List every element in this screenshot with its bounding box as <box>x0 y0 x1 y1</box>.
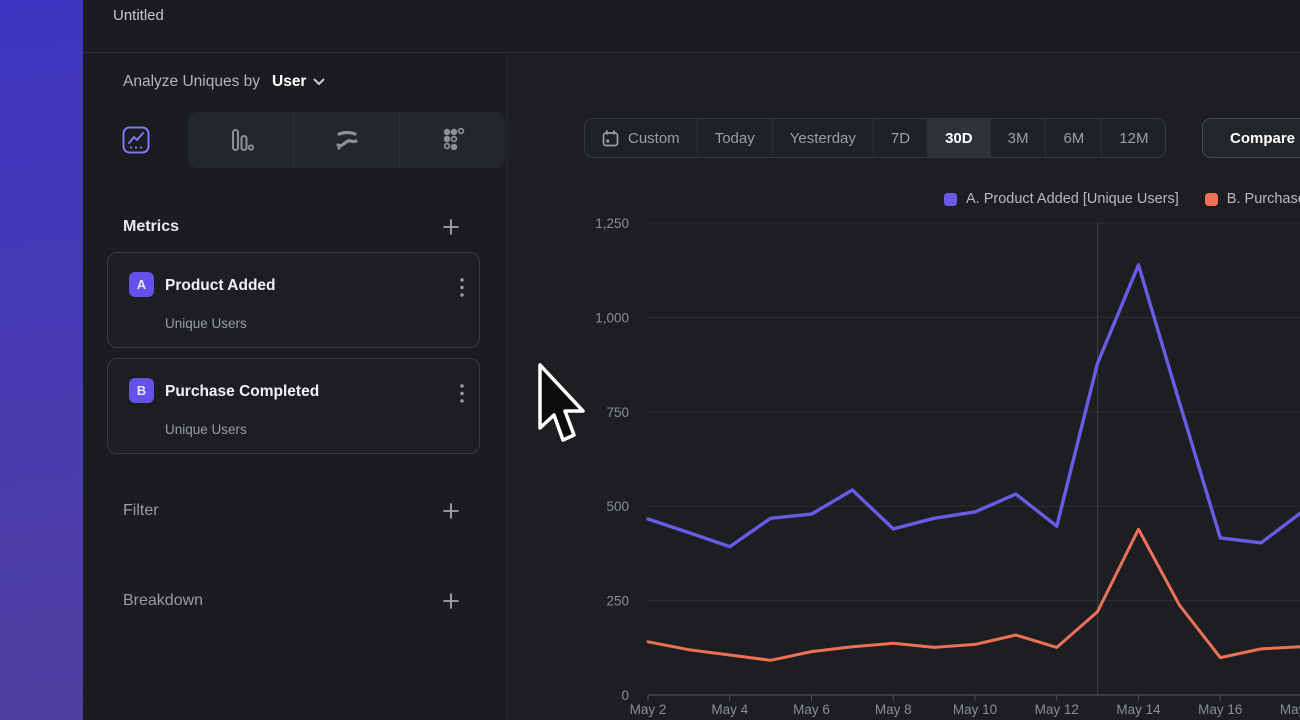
svg-text:May 16: May 16 <box>1198 702 1242 717</box>
metric-card[interactable]: B Purchase Completed Unique Users <box>107 358 480 454</box>
metrics-header: Metrics <box>83 207 506 247</box>
y-axis-labels: 0 250 500 750 1,000 1,250 <box>595 216 629 703</box>
line-chart[interactable]: 0 250 500 750 1,000 1,250 May 2 May 4 May 6 May 8… <box>507 53 1300 720</box>
svg-text:1,250: 1,250 <box>595 216 629 231</box>
metric-measure[interactable]: Unique Users <box>165 316 247 331</box>
metric-series-badge: A <box>129 272 154 297</box>
chart-panel: CustomTodayYesterday7D30D3M6M12M Compare… <box>506 53 1300 720</box>
svg-text:May 10: May 10 <box>953 702 997 717</box>
metric-series-badge: B <box>129 378 154 403</box>
breakdown-section: Breakdown <box>83 581 506 621</box>
svg-text:0: 0 <box>621 688 629 703</box>
tab-line-chart[interactable] <box>83 112 188 168</box>
window-topbar: Untitled <box>83 0 1300 53</box>
plus-icon <box>442 502 460 520</box>
metrics-list: A Product Added Unique Users B Purchase Comp… <box>107 252 480 464</box>
metric-card[interactable]: A Product Added Unique Users <box>107 252 480 348</box>
series-line-b-purchase-completed-unique-users[interactable] <box>648 529 1300 660</box>
svg-text:May 8: May 8 <box>875 702 912 717</box>
dot-grid-icon <box>439 126 467 154</box>
app-window: Untitled Analyze Uniques by User Metrics… <box>0 0 1300 720</box>
svg-text:May 4: May 4 <box>711 702 748 717</box>
plus-icon <box>442 592 460 610</box>
svg-text:May 2: May 2 <box>630 702 667 717</box>
kebab-menu-icon <box>459 383 465 405</box>
bar-chart-icon <box>227 126 255 154</box>
line-chart-icon <box>122 126 150 154</box>
analyze-label: Analyze Uniques by <box>123 73 260 91</box>
filter-title: Filter <box>123 502 159 520</box>
svg-text:May 12: May 12 <box>1035 702 1079 717</box>
svg-text:May 6: May 6 <box>793 702 830 717</box>
svg-text:May 18: May 18 <box>1280 702 1300 717</box>
analyze-entity-select[interactable]: User <box>272 73 325 91</box>
series-line-a-product-added-unique-users[interactable] <box>648 265 1300 547</box>
tab-flow-chart[interactable] <box>293 112 399 168</box>
analyze-row: Analyze Uniques by User <box>83 53 506 111</box>
plus-icon <box>442 218 460 236</box>
tab-grid-chart[interactable] <box>399 112 505 168</box>
query-sidebar: Analyze Uniques by User Metrics A Product… <box>83 53 506 720</box>
add-breakdown-button[interactable] <box>442 592 460 610</box>
x-axis-labels: May 2 May 4 May 6 May 8 May 10 May 12 May 14 Ma… <box>630 702 1300 717</box>
tab-bar-chart[interactable] <box>188 112 293 168</box>
filter-section: Filter <box>83 491 506 531</box>
svg-text:250: 250 <box>606 594 629 609</box>
desktop-wallpaper-strip <box>0 0 83 720</box>
metric-event-name[interactable]: Purchase Completed <box>165 383 319 401</box>
metrics-title: Metrics <box>123 218 179 236</box>
flow-icon <box>333 126 361 154</box>
metric-options-button[interactable] <box>459 277 465 302</box>
metric-measure[interactable]: Unique Users <box>165 422 247 437</box>
mouse-cursor <box>537 363 585 443</box>
analyze-entity-value: User <box>272 73 306 91</box>
chart-type-tabs <box>83 112 505 168</box>
svg-text:500: 500 <box>606 499 629 514</box>
svg-text:750: 750 <box>606 405 629 420</box>
svg-text:May 14: May 14 <box>1116 702 1161 717</box>
metric-event-name[interactable]: Product Added <box>165 277 276 295</box>
metric-options-button[interactable] <box>459 383 465 408</box>
kebab-menu-icon <box>459 277 465 299</box>
report-title[interactable]: Untitled <box>113 7 164 24</box>
svg-text:1,000: 1,000 <box>595 310 629 325</box>
y-gridlines <box>648 223 1300 695</box>
breakdown-title: Breakdown <box>123 592 203 610</box>
x-axis-ticks <box>648 695 1300 701</box>
add-filter-button[interactable] <box>442 502 460 520</box>
chevron-down-icon <box>313 78 325 86</box>
add-metric-button[interactable] <box>442 218 460 236</box>
